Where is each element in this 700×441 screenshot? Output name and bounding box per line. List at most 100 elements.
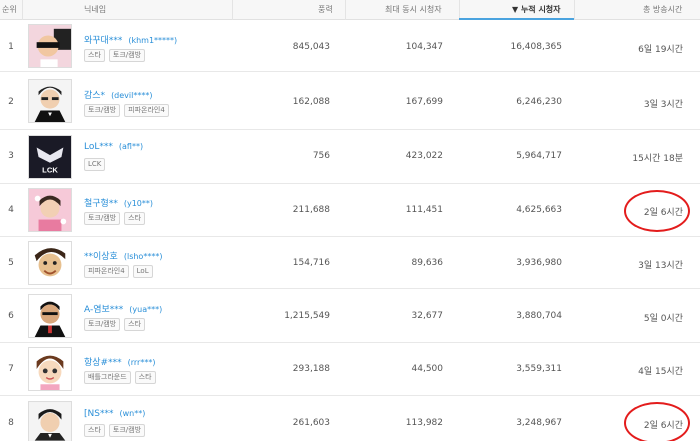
avatar-image — [29, 189, 71, 231]
total-time-value: 3일 13시간 — [638, 261, 683, 271]
streamer-id: (devil****) — [111, 91, 153, 100]
category-tag[interactable]: 토크/캠방 — [84, 104, 121, 117]
category-tags: 토크/캠방 스타 — [84, 318, 146, 331]
peak-viewers-value: 111,451 — [405, 205, 443, 215]
category-tag[interactable]: 스타 — [124, 212, 146, 225]
nickname-text: 항상#*** — [84, 358, 122, 368]
table-row[interactable]: 7 항상#*** (rrr***) 배틀그라운드 스타 293,188 44,50… — [0, 343, 700, 396]
streamer-avatar[interactable] — [28, 188, 72, 232]
streamer-avatar[interactable] — [28, 79, 72, 123]
streamer-avatar[interactable] — [28, 401, 72, 441]
total-viewers-value: 5,964,717 — [516, 151, 562, 161]
highlight-circle — [624, 402, 690, 441]
streamer-id: (lsho****) — [123, 252, 163, 261]
table-row[interactable]: 1 와꾸대*** (khm1*****) 스타 토크/캠방 845,043 104… — [0, 20, 700, 72]
avatar-image — [29, 80, 71, 122]
header-total-viewers[interactable]: ▼ 누적 시청자 — [512, 0, 561, 20]
streamer-avatar[interactable] — [28, 347, 72, 391]
category-tag[interactable]: 토크/캠방 — [84, 318, 121, 331]
rank-number: 5 — [8, 258, 14, 268]
total-time-value: 5일 0시간 — [643, 314, 683, 324]
nickname-text: 철구형** — [84, 199, 118, 209]
table-row[interactable]: 3 LCK LoL*** (afl**) LCK 756 423,022 5,96… — [0, 130, 700, 184]
category-tag[interactable]: 스타 — [84, 424, 105, 437]
category-tags: 토크/캠방 피파온라인4 — [84, 104, 169, 117]
peak-viewers-value: 104,347 — [405, 42, 443, 52]
total-viewers-value: 3,936,980 — [516, 258, 562, 268]
category-tags: 피파온라인4 LoL — [84, 265, 153, 278]
category-tag[interactable]: 스타 — [84, 49, 105, 62]
category-tag[interactable]: 스타 — [124, 318, 146, 331]
table-row[interactable]: 8 [NS*** (wn**) 스타 토크/캠방 261,603 113,982 … — [0, 396, 700, 441]
streamer-avatar[interactable] — [28, 24, 72, 68]
streamer-nickname-link[interactable]: 감스* (devil****) — [84, 88, 152, 101]
power-value: 162,088 — [292, 97, 330, 107]
header-power[interactable]: 풍력 — [318, 0, 333, 20]
streamer-id: (rrr***) — [127, 358, 156, 367]
streamer-id: (khm1*****) — [128, 36, 178, 45]
streamer-id: (afl**) — [118, 142, 144, 151]
avatar-image — [29, 25, 71, 67]
category-tags: 배틀그라운드 스타 — [84, 371, 156, 384]
streamer-avatar[interactable] — [28, 294, 72, 338]
streamer-avatar[interactable] — [28, 241, 72, 285]
category-tags: 스타 토크/캠방 — [84, 424, 146, 437]
category-tag[interactable]: 피파온라인4 — [84, 265, 129, 278]
category-tags: LCK — [84, 158, 106, 171]
lck-logo-icon: LCK — [29, 136, 71, 178]
category-tag[interactable]: LCK — [84, 158, 106, 171]
total-viewers-value: 3,248,967 — [516, 418, 562, 428]
streamer-nickname-link[interactable]: 항상#*** (rrr***) — [84, 355, 155, 368]
total-viewers-value: 4,625,663 — [516, 205, 562, 215]
total-time-value: 3일 3시간 — [643, 100, 683, 110]
nickname-text: LoL*** — [84, 142, 113, 152]
category-tag[interactable]: 토크/캠방 — [84, 212, 121, 225]
peak-viewers-value: 44,500 — [411, 364, 444, 374]
streamer-id: (y10**) — [123, 199, 153, 208]
header-divider — [232, 0, 233, 20]
header-total-time[interactable]: 총 방송시간 — [643, 0, 682, 20]
streamer-nickname-link[interactable]: 와꾸대*** (khm1*****) — [84, 33, 177, 46]
peak-viewers-value: 89,636 — [411, 258, 444, 268]
table-row[interactable]: 2 감스* (devil****) 토크/캠방 피파온라인4 162,088 16… — [0, 72, 700, 130]
rank-number: 8 — [8, 418, 14, 428]
category-tag[interactable]: 토크/캠방 — [108, 424, 146, 437]
nickname-text: A-염보*** — [84, 305, 124, 315]
avatar-image — [29, 242, 71, 284]
streamer-nickname-link[interactable]: A-염보*** (yua***) — [84, 302, 162, 315]
header-divider — [345, 0, 346, 20]
streamer-nickname-link[interactable]: LoL*** (afl**) — [84, 142, 143, 152]
highlight-circle — [624, 190, 690, 232]
nickname-text: 감스* — [84, 91, 106, 101]
power-value: 261,603 — [292, 418, 330, 428]
total-viewers-value: 6,246,230 — [516, 97, 562, 107]
streamer-nickname-link[interactable]: 철구형** (y10**) — [84, 196, 153, 209]
category-tag[interactable]: 배틀그라운드 — [84, 371, 131, 384]
header-peak-viewers[interactable]: 최대 동시 시청자 — [385, 0, 442, 20]
peak-viewers-value: 423,022 — [405, 151, 443, 161]
header-nickname: 닉네임 — [84, 5, 107, 14]
power-value: 211,688 — [292, 205, 330, 215]
rank-number: 1 — [8, 42, 14, 52]
avatar-image — [29, 348, 71, 390]
rank-number: 2 — [8, 97, 14, 107]
rank-number: 6 — [8, 311, 14, 321]
nickname-text: [NS*** — [84, 409, 114, 419]
table-row[interactable]: 4 철구형** (y10**) 토크/캠방 스타 211,688 111,451 … — [0, 184, 700, 237]
header-divider — [459, 0, 460, 20]
header-rank: 순위 — [2, 5, 17, 14]
table-row[interactable]: 5 **이상호 (lsho****) 피파온라인4 LoL 154,716 89,… — [0, 237, 700, 289]
power-value: 154,716 — [292, 258, 330, 268]
category-tags: 토크/캠방 스타 — [84, 212, 146, 225]
category-tag[interactable]: 스타 — [134, 371, 156, 384]
category-tag[interactable]: 토크/캠방 — [108, 49, 146, 62]
streamer-nickname-link[interactable]: **이상호 (lsho****) — [84, 249, 162, 262]
category-tag[interactable]: 피파온라인4 — [124, 104, 169, 117]
peak-viewers-value: 167,699 — [405, 97, 443, 107]
peak-viewers-value: 32,677 — [411, 311, 444, 321]
total-time-value: 6일 19시간 — [638, 45, 683, 55]
category-tag[interactable]: LoL — [132, 265, 153, 278]
streamer-nickname-link[interactable]: [NS*** (wn**) — [84, 409, 145, 419]
streamer-avatar[interactable]: LCK — [28, 135, 72, 179]
table-row[interactable]: 6 A-염보*** (yua***) 토크/캠방 스타 1,215,549 32,… — [0, 289, 700, 343]
